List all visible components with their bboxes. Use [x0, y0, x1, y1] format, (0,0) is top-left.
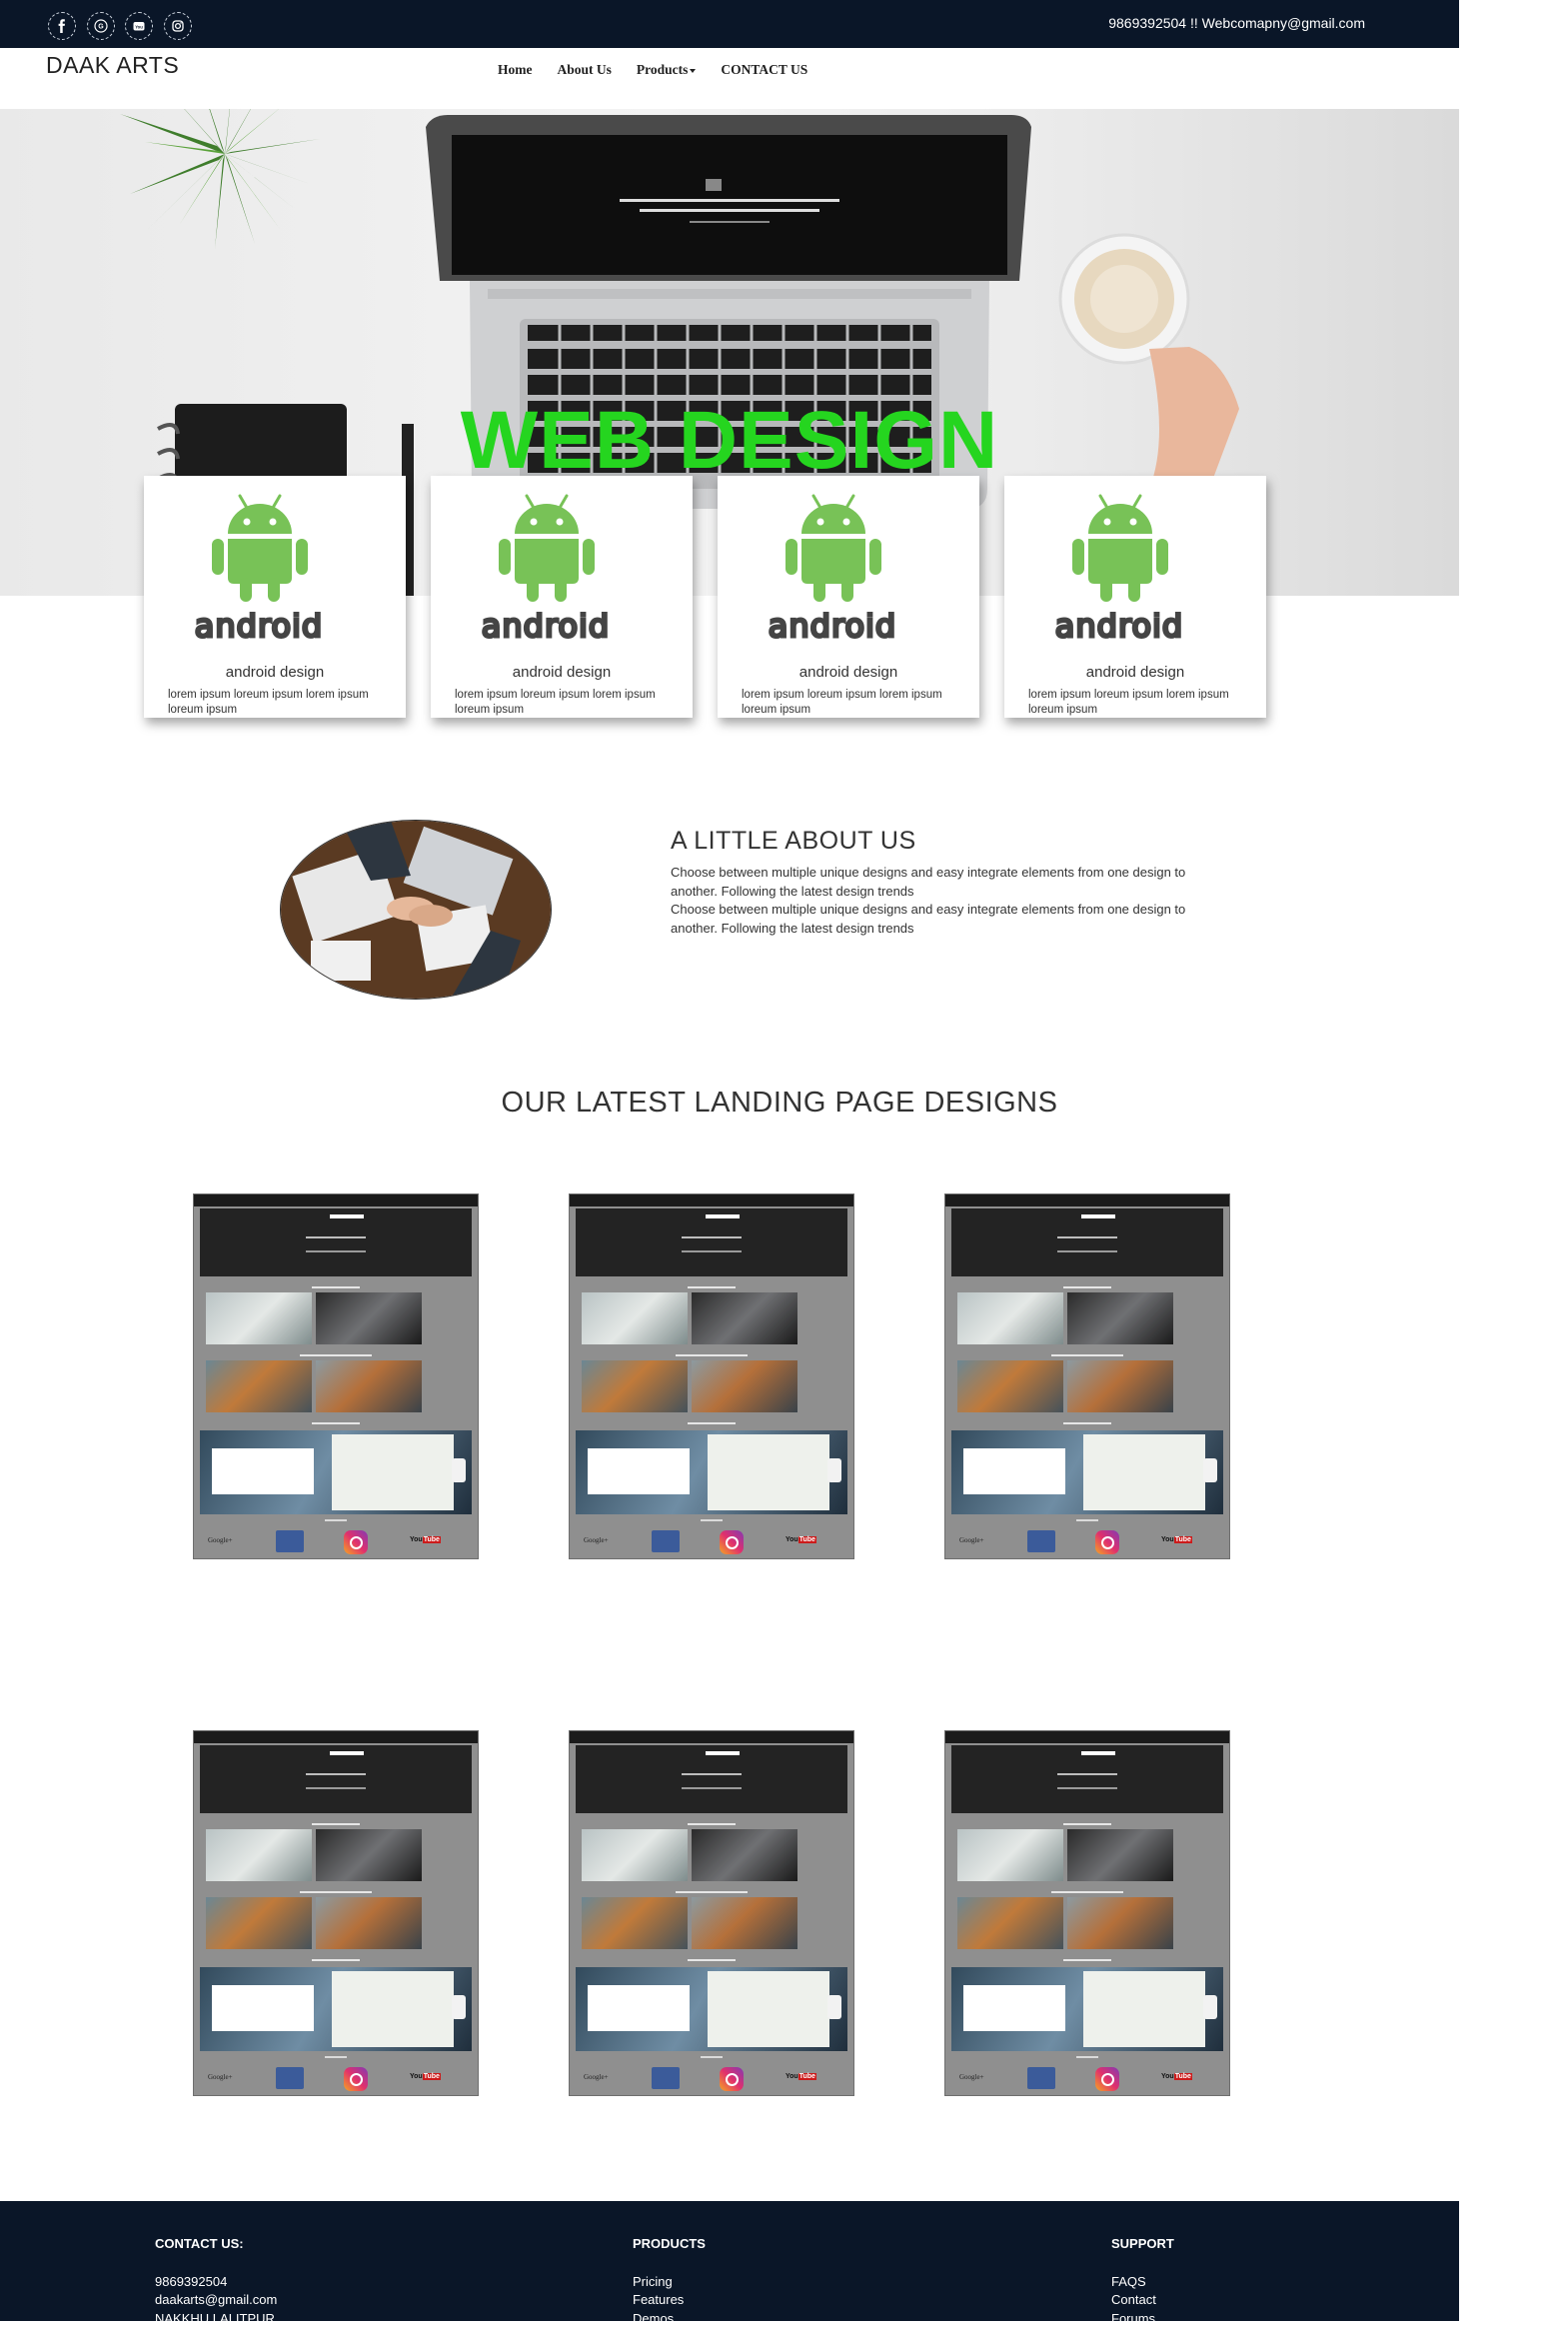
svg-text:android: android	[482, 612, 610, 644]
landing-design-thumbnail[interactable]: Google+ YouTube	[193, 1730, 479, 2096]
svg-text:G: G	[98, 24, 104, 31]
svg-text:android: android	[195, 612, 323, 644]
about-image	[280, 820, 552, 1000]
footer-link-features[interactable]: Features	[633, 2291, 706, 2310]
about-title: A LITTLE ABOUT US	[671, 827, 916, 855]
footer-contact-heading: CONTACT US:	[155, 2236, 244, 2251]
chevron-down-icon	[690, 68, 697, 73]
card-text: lorem ipsum loreum ipsum lorem ipsum lor…	[168, 689, 369, 716]
landing-design-thumbnail[interactable]: Google+ YouTube	[569, 1730, 854, 2096]
nav-home[interactable]: Home	[498, 62, 533, 78]
android-robot-icon	[499, 494, 595, 602]
top-bar: G You 9869392504 !! Webcomapny@gmail.com	[0, 0, 1459, 48]
card-title: android design	[798, 664, 898, 681]
feature-card[interactable]: android android design lorem ipsum loreum …	[431, 476, 693, 718]
footer-email[interactable]: daakarts@gmail.com	[155, 2291, 277, 2310]
nav-products[interactable]: Products	[637, 62, 697, 78]
android-robot-icon	[785, 494, 881, 602]
nav-products-label: Products	[636, 62, 689, 77]
android-wordmark-logo: android	[480, 612, 610, 644]
footer-products-heading: PRODUCTS	[633, 2236, 706, 2251]
landing-design-thumbnail[interactable]: Google+ YouTube	[944, 1193, 1230, 1559]
card-title: android design	[512, 664, 612, 681]
top-contact-info: 9869392504 !! Webcomapny@gmail.com	[1108, 15, 1365, 31]
landing-design-thumbnail[interactable]: Google+ YouTube	[944, 1730, 1230, 2096]
instagram-icon[interactable]	[164, 12, 192, 40]
landing-design-thumbnail[interactable]: Google+ YouTube	[569, 1193, 854, 1559]
android-robot-icon	[1072, 494, 1168, 602]
card-text: lorem ipsum loreum ipsum lorem ipsum lor…	[1028, 689, 1229, 716]
card-text: lorem ipsum loreum ipsum lorem ipsum lor…	[742, 689, 942, 716]
footer-link-designs[interactable]: Designs	[633, 2328, 706, 2347]
feature-card[interactable]: android android design lorem ipsum loreum …	[144, 476, 406, 718]
brand-logo[interactable]: DAAK ARTS	[46, 52, 179, 79]
android-wordmark-logo: android	[193, 612, 323, 644]
feature-card[interactable]: android android design lorem ipsum loreum …	[718, 476, 979, 718]
hero-title: WEB DESIGN	[460, 395, 999, 486]
footer-address: NAKKHU,LALITPUR	[155, 2310, 275, 2326]
nav-about-us[interactable]: About Us	[558, 62, 612, 78]
nav-contact-us[interactable]: CONTACT US	[721, 62, 807, 78]
about-text: Choose between multiple unique designs a…	[671, 864, 1190, 938]
google-plus-icon[interactable]: G	[87, 12, 115, 40]
page: G You 9869392504 !! Webcomapny@gmail.com…	[0, 0, 1459, 2344]
card-title: android design	[1085, 664, 1185, 681]
about-paragraph: Choose between multiple unique designs a…	[671, 865, 1186, 899]
footer-link-pricing[interactable]: Pricing	[633, 2273, 706, 2292]
card-text: lorem ipsum loreum ipsum lorem ipsum lor…	[455, 689, 656, 716]
designs-section-title: OUR LATEST LANDING PAGE DESIGNS	[501, 1087, 1058, 1119]
about-paragraph: Choose between multiple unique designs a…	[671, 902, 1186, 936]
android-wordmark-logo: android	[1053, 612, 1183, 644]
android-robot-icon	[212, 494, 308, 602]
footer-phone: 9869392504	[155, 2273, 228, 2289]
footer-link-faqs[interactable]: FAQS	[1111, 2273, 1174, 2292]
footer-support-heading: SUPPORT	[1111, 2236, 1174, 2251]
svg-text:android: android	[1055, 612, 1183, 644]
feature-card[interactable]: android android design lorem ipsum loreum …	[1004, 476, 1266, 718]
android-wordmark-logo: android	[767, 612, 896, 644]
footer-link-contact[interactable]: Contact	[1111, 2291, 1174, 2310]
main-nav: Home About Us Products CONTACT US	[498, 62, 832, 78]
footer-products-column: PRODUCTS Pricing Features Demos Designs	[633, 2235, 706, 2347]
footer-link-forums[interactable]: Forums	[1111, 2310, 1174, 2329]
footer-support-column: SUPPORT FAQS Contact Forums	[1111, 2235, 1174, 2328]
svg-text:You: You	[135, 24, 143, 29]
card-title: android design	[225, 664, 325, 681]
svg-text:android: android	[769, 612, 896, 644]
footer-link-demos[interactable]: Demos	[633, 2310, 706, 2329]
footer: CONTACT US: 9869392504 daakarts@gmail.co…	[0, 2201, 1459, 2344]
youtube-icon[interactable]: You	[125, 12, 153, 40]
facebook-icon[interactable]	[48, 12, 76, 40]
footer-contact-column: CONTACT US: 9869392504 daakarts@gmail.co…	[155, 2235, 277, 2328]
plant-image	[120, 109, 320, 249]
landing-design-thumbnail[interactable]: Google+ YouTube	[193, 1193, 479, 1559]
